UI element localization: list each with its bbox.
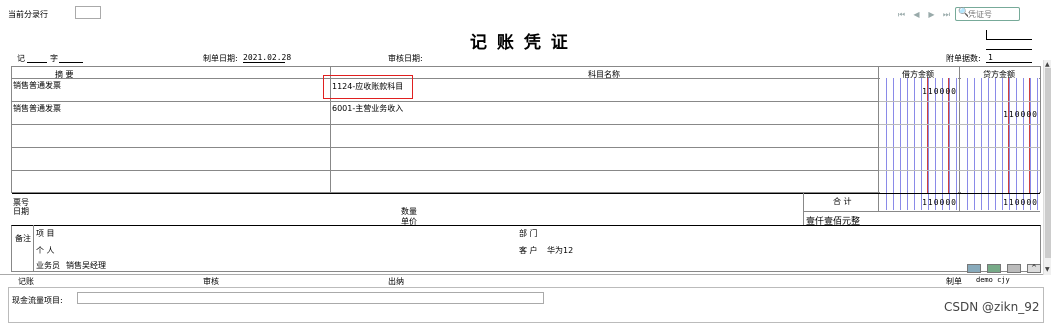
amount-row-divider-2 (879, 124, 1040, 125)
row-2-account[interactable]: 6001-主营业务收入 (332, 103, 403, 114)
edit-icon[interactable] (1007, 264, 1021, 273)
voucher-search-box[interactable]: 🔍 (955, 7, 1020, 21)
total-debit: 110000 (922, 198, 957, 207)
notes-label: 备注 (15, 234, 31, 243)
total-divider (803, 193, 804, 225)
collapse-icon[interactable]: ^ (1027, 264, 1041, 273)
footer-divider (0, 274, 1044, 275)
current-entry-input[interactable] (75, 6, 101, 19)
notes-divider (33, 225, 34, 272)
corner-mark-line (986, 39, 1032, 40)
row-divider-2 (12, 124, 878, 125)
vertical-scrollbar[interactable]: ▲ ▼ (1043, 60, 1051, 275)
voucher-title: 记 账 凭 证 (470, 33, 570, 53)
attach-count-label: 附单据数: (946, 54, 981, 63)
last-record-icon[interactable]: ⏭ (941, 9, 952, 20)
department-label: 部 门 (519, 229, 538, 238)
row-divider-4 (12, 170, 878, 171)
scroll-thumb[interactable] (1045, 68, 1051, 258)
total-credit: 110000 (1003, 198, 1038, 207)
bookkeeper-label: 记账 (18, 277, 34, 286)
attach-count-underline (986, 62, 1032, 63)
row-1-debit[interactable]: 110000 (880, 87, 957, 96)
credit-digit-grid (961, 78, 1039, 193)
current-entry-label: 当前分录行 (8, 10, 48, 19)
attach-count-value[interactable]: 1 (988, 53, 993, 62)
customer-value[interactable]: 华为12 (547, 245, 573, 256)
credit-digit-separator (1008, 78, 1009, 193)
highlight-box (323, 75, 413, 99)
first-record-icon[interactable]: ⏮ (896, 9, 907, 20)
voucher-type-underline (27, 62, 47, 63)
row-divider-1 (12, 101, 878, 102)
amount-row-divider-1 (879, 101, 1040, 102)
voucher-type: 记 (17, 54, 25, 63)
col-divider-2 (878, 66, 879, 211)
row-2-summary[interactable]: 销售普通发票 (13, 103, 61, 114)
cashflow-label: 现金流量项目: (12, 296, 63, 305)
row-1-summary[interactable]: 销售普通发票 (13, 80, 61, 91)
auditor-label: 审核 (203, 277, 219, 286)
make-date-label: 制单日期: (203, 54, 238, 63)
col-divider-3 (959, 66, 960, 211)
person-label: 个 人 (36, 246, 55, 255)
salesman-value[interactable]: 销售吴经理 (66, 260, 106, 271)
maker-value: demo cjy (976, 276, 1010, 284)
customer-label: 客 户 (519, 246, 538, 255)
date-label: 日期 (13, 207, 29, 216)
corner-mark (986, 30, 987, 39)
amount-row-divider-4 (879, 170, 1040, 171)
voucher-search-input[interactable] (968, 9, 1018, 19)
audit-date-label: 审核日期: (388, 54, 423, 63)
scroll-down-icon[interactable]: ▼ (1045, 267, 1051, 273)
make-date-underline (243, 62, 285, 63)
credit-cent-separator (1029, 78, 1030, 193)
row-2-credit[interactable]: 110000 (961, 110, 1038, 119)
amount-row-divider-3 (879, 147, 1040, 148)
make-date-value[interactable]: 2021.02.28 (243, 53, 291, 62)
image-icon[interactable] (987, 264, 1001, 273)
next-record-icon[interactable]: ▶ (926, 9, 937, 20)
voucher-word: 字 (50, 54, 58, 63)
cashier-label: 出纳 (388, 277, 404, 286)
attachment-icon[interactable] (967, 264, 981, 273)
total-words-divider (803, 211, 1040, 212)
prev-record-icon[interactable]: ◀ (911, 9, 922, 20)
total-label: 合 计 (833, 197, 852, 206)
row-divider-3 (12, 147, 878, 148)
corner-mark-line-2 (986, 49, 1032, 50)
voucher-number-underline (59, 62, 83, 63)
watermark: CSDN @zikn_92 (944, 300, 1040, 314)
salesman-label: 业务员 (36, 261, 60, 270)
project-label: 项 目 (36, 229, 55, 238)
cashflow-input[interactable] (77, 292, 544, 304)
maker-label: 制单 (946, 277, 962, 286)
